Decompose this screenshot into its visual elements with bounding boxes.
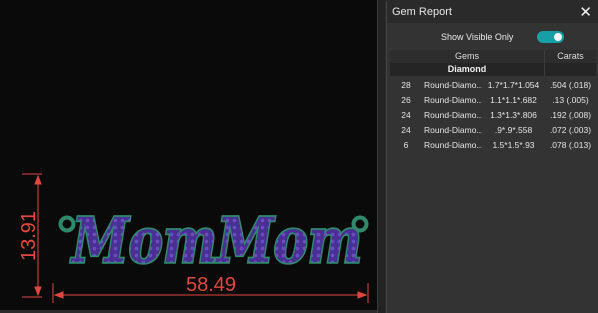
gem-count: 28 [401, 79, 411, 90]
gem-rows: 28 Round-Diamo... 1.7*1.7*1.054 .504 (.0… [390, 77, 596, 152]
gem-count: 6 [403, 139, 409, 150]
gem-size: 1.3*1.3*.806 [490, 109, 537, 120]
gem-name: Round-Diamo... [424, 124, 482, 135]
gem-carats: .192 (.008) [549, 109, 592, 120]
height-dimension-label: 13.91 [18, 211, 40, 261]
gem-count: 26 [401, 94, 411, 105]
table-row[interactable]: 24 Round-Diamo... .9*.9*.558 .072 (.003) [390, 122, 596, 137]
gem-group-spacer [545, 63, 596, 76]
gem-size: 1.5*1.5*.93 [492, 139, 535, 150]
gem-count: 24 [401, 124, 411, 135]
gem-size: 1.1*1.1*.682 [490, 94, 537, 105]
width-dimension-label: 58.49 [186, 274, 236, 296]
panel-splitter[interactable] [377, 0, 385, 313]
gem-name: Round-Diamo... [424, 94, 482, 105]
gem-size: .9*.9*.558 [494, 124, 533, 135]
gem-size: 1.7*1.7*1.054 [487, 79, 540, 90]
design-viewport[interactable]: MomMom 13.91 58.49 [0, 0, 377, 310]
table-row[interactable]: 24 Round-Diamo... 1.3*1.3*.806 .192 (.00… [390, 107, 596, 122]
show-visible-only-label: Show Visible Only [441, 32, 514, 42]
gem-carats: .072 (.003) [549, 124, 592, 135]
gem-group-label: Diamond [390, 63, 545, 76]
gem-group-row[interactable]: Diamond [390, 63, 596, 76]
gem-carats: .504 (.018) [549, 79, 592, 90]
pendant-design[interactable]: MomMom [58, 202, 369, 279]
pendant-text: MomMom [70, 204, 362, 277]
gems-column-header[interactable]: Gems [390, 50, 545, 63]
gem-name: Round-Diamo... [424, 139, 482, 150]
close-icon[interactable]: ✕ [579, 5, 592, 20]
gem-carats: .13 (.005) [552, 94, 589, 105]
table-row[interactable]: 28 Round-Diamo... 1.7*1.7*1.054 .504 (.0… [390, 77, 596, 92]
design-canvas: MomMom 13.91 58.49 [18, 173, 369, 303]
table-row[interactable]: 6 Round-Diamo... 1.5*1.5*.93 .078 (.013) [390, 137, 596, 152]
panel-header: Gem Report ✕ [387, 1, 598, 23]
show-visible-only-toggle[interactable] [537, 31, 565, 43]
gem-carats: .078 (.013) [549, 139, 592, 150]
gem-table: Gems Carats Diamond 28 Round-Diamo... 1.… [390, 50, 596, 152]
gem-name: Round-Diamo... [424, 79, 482, 90]
carats-column-header[interactable]: Carats [545, 50, 596, 63]
table-header: Gems Carats [390, 50, 596, 63]
panel-title: Gem Report [392, 6, 452, 18]
table-row[interactable]: 26 Round-Diamo... 1.1*1.1*.682 .13 (.005… [390, 92, 596, 107]
show-visible-only-row: Show Visible Only [387, 24, 598, 50]
gem-count: 24 [401, 109, 411, 120]
toggle-knob [554, 33, 563, 41]
gem-report-panel: Gem Report ✕ Show Visible Only Gems Cara… [386, 1, 598, 313]
gem-name: Round-Diamo... [424, 109, 482, 120]
